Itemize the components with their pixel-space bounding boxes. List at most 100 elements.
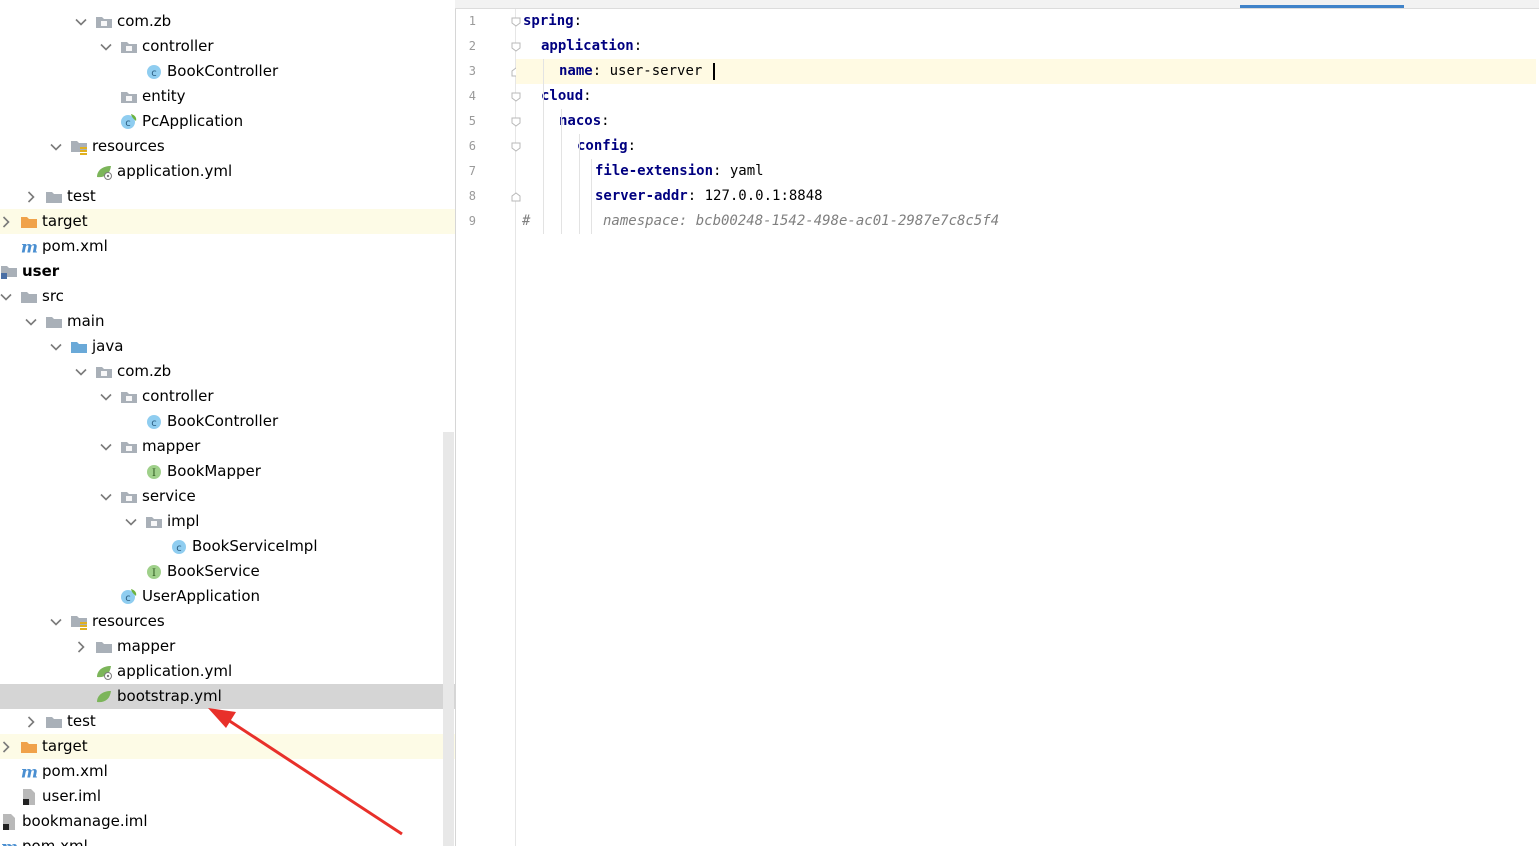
tree-item-label: BookController xyxy=(167,412,279,430)
tree-item-label: bookmanage.iml xyxy=(22,812,148,830)
tree-item-label: BookController xyxy=(167,62,279,80)
line-number: 5 xyxy=(468,114,476,128)
svg-text:m: m xyxy=(21,239,38,255)
chevron-down-icon[interactable] xyxy=(50,341,62,353)
tree-item-bookmanage-iml[interactable]: bookmanage.iml xyxy=(0,809,455,834)
tree-item-user[interactable]: user xyxy=(0,259,455,284)
yaml-key: cloud xyxy=(541,88,584,104)
code-line[interactable]: # namespace: bcb00248-1542-498e-ac01-2987… xyxy=(516,209,1536,234)
chevron-down-icon[interactable] xyxy=(125,516,137,528)
tree-item-test[interactable]: test xyxy=(0,184,455,209)
code-line[interactable]: spring: xyxy=(516,9,1536,34)
code-line[interactable]: cloud: xyxy=(516,84,1536,109)
tree-item-label: test xyxy=(67,712,96,730)
yaml-value: 127.0.0.1:8848 xyxy=(696,188,823,204)
chevron-down-icon[interactable] xyxy=(100,441,112,453)
project-tree-panel: com.zb controller c BookController entity c Pc… xyxy=(0,0,456,846)
active-tab-indicator xyxy=(1240,5,1404,8)
tree-item-label: controller xyxy=(142,387,214,405)
interface-i-icon: I xyxy=(145,464,163,480)
chevron-down-icon[interactable] xyxy=(50,141,62,153)
tree-item-com-zb[interactable]: com.zb xyxy=(0,359,455,384)
chevron-right-icon[interactable] xyxy=(0,740,12,753)
tree-item-entity[interactable]: entity xyxy=(0,84,455,109)
tree-item-java[interactable]: java xyxy=(0,334,455,359)
chevron-right-icon[interactable] xyxy=(25,190,37,203)
tree-item-label: resources xyxy=(92,137,165,155)
tree-item-pcapplication[interactable]: c PcApplication xyxy=(0,109,455,134)
code-line[interactable]: nacos: xyxy=(516,109,1536,134)
yaml-key: spring xyxy=(523,13,574,29)
comment-text: namespace: bcb00248-1542-498e-ac01-2987e… xyxy=(603,213,1000,229)
yaml-colon: : xyxy=(601,113,610,129)
code-line[interactable]: application: xyxy=(516,34,1536,59)
tree-item-test[interactable]: test xyxy=(0,709,455,734)
tree-item-userapplication[interactable]: c UserApplication xyxy=(0,584,455,609)
tree-item-bookservice[interactable]: I BookService xyxy=(0,559,455,584)
tree-item-mapper[interactable]: mapper xyxy=(0,434,455,459)
chevron-down-icon[interactable] xyxy=(50,616,62,628)
tree-item-com-zb[interactable]: com.zb xyxy=(0,9,455,34)
chevron-down-icon[interactable] xyxy=(100,391,112,403)
code-line[interactable]: config: xyxy=(516,134,1536,159)
package-folder-icon xyxy=(145,514,163,530)
code-line[interactable]: file-extension: yaml xyxy=(516,159,1536,184)
line-number: 7 xyxy=(468,164,476,178)
tree-item-pom-xml[interactable]: mpom.xml xyxy=(0,234,455,259)
tree-item-target[interactable]: target xyxy=(0,209,455,234)
tree-item-bookcontroller[interactable]: c BookController xyxy=(0,409,455,434)
chevron-down-icon[interactable] xyxy=(25,316,37,328)
package-folder-icon xyxy=(120,489,138,505)
spring-yml-icon xyxy=(95,689,113,705)
editor-gutter: 1 2 3 4 5 6 7 8 9 xyxy=(456,9,521,846)
tree-item-bookserviceimpl[interactable]: c BookServiceImpl xyxy=(0,534,455,559)
tree-item-main[interactable]: main xyxy=(0,309,455,334)
chevron-down-icon[interactable] xyxy=(100,41,112,53)
chevron-right-icon[interactable] xyxy=(25,715,37,728)
yaml-value: user-server xyxy=(601,63,703,79)
yaml-colon: : xyxy=(687,188,697,204)
excluded-folder-icon xyxy=(20,214,38,230)
indent-guide xyxy=(543,59,544,234)
tree-item-src[interactable]: src xyxy=(0,284,455,309)
chevron-down-icon[interactable] xyxy=(0,291,12,303)
tree-item-service[interactable]: service xyxy=(0,484,455,509)
chevron-down-icon[interactable] xyxy=(75,16,87,28)
tree-item-controller[interactable]: controller xyxy=(0,34,455,59)
code-editor[interactable]: spring: application: name: user-server clo… xyxy=(516,9,1539,846)
tree-item-resources[interactable]: resources xyxy=(0,609,455,634)
chevron-down-icon[interactable] xyxy=(100,491,112,503)
code-line[interactable]: name: user-server xyxy=(516,59,1536,84)
chevron-right-icon[interactable] xyxy=(0,215,12,228)
tree-item-controller[interactable]: controller xyxy=(0,384,455,409)
indent-guide xyxy=(579,134,580,234)
tree-item-pom-xml[interactable]: mpom.xml xyxy=(0,834,455,846)
tree-item-target[interactable]: target xyxy=(0,734,455,759)
chevron-right-icon[interactable] xyxy=(75,640,87,653)
package-folder-icon xyxy=(95,14,113,30)
tree-item-mapper[interactable]: mapper xyxy=(0,634,455,659)
tree-item-label: main xyxy=(67,312,105,330)
tree-item-application-yml[interactable]: application.yml xyxy=(0,159,455,184)
tree-scrollbar[interactable] xyxy=(443,432,454,846)
tree-item-label: com.zb xyxy=(117,362,172,380)
spring-boot-class-icon: c xyxy=(120,588,138,605)
chevron-down-icon[interactable] xyxy=(75,366,87,378)
tree-item-bootstrap-yml[interactable]: bootstrap.yml xyxy=(0,684,455,709)
svg-text:c: c xyxy=(151,68,157,79)
tree-item-user-iml[interactable]: user.iml xyxy=(0,784,455,809)
class-c-icon: c xyxy=(145,414,163,430)
tree-item-label: user.iml xyxy=(42,787,102,805)
tree-item-resources[interactable]: resources xyxy=(0,134,455,159)
indent-guide xyxy=(561,109,562,234)
tree-item-impl[interactable]: impl xyxy=(0,509,455,534)
tree-item-bookcontroller[interactable]: c BookController xyxy=(0,59,455,84)
tree-item-pom-xml[interactable]: mpom.xml xyxy=(0,759,455,784)
indent-guide xyxy=(591,159,592,234)
code-line[interactable]: server-addr: 127.0.0.1:8848 xyxy=(516,184,1536,209)
tree-item-label: test xyxy=(67,187,96,205)
line-number: 3 xyxy=(468,64,476,78)
tree-item-application-yml[interactable]: application.yml xyxy=(0,659,455,684)
maven-m-icon: m xyxy=(20,239,38,255)
tree-item-bookmapper[interactable]: I BookMapper xyxy=(0,459,455,484)
